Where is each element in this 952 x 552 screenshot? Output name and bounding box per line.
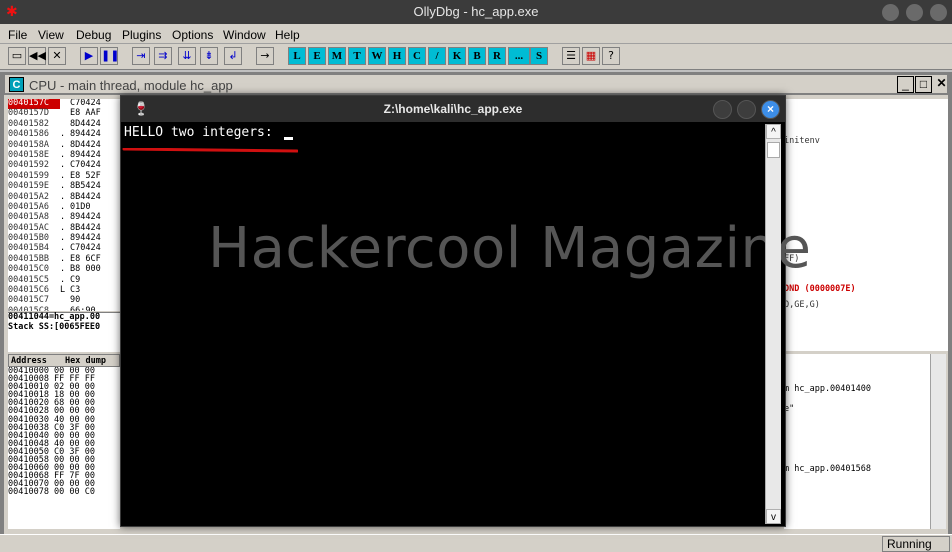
close-process-icon[interactable]: ✕ — [48, 47, 66, 65]
info-pane: 00411044=hc_app.00 Stack SS:[0065FEE0 — [8, 312, 120, 352]
menu-help[interactable]: Help — [275, 28, 300, 42]
run-status: Running — [882, 536, 950, 552]
disasm-code: 8B5424 — [70, 181, 101, 192]
app-titlebar: ✱ OllyDbg - hc_app.exe — [0, 0, 952, 24]
hex-dump-pane[interactable]: 00410000 00 00 00 00410008 FF FF FF 004100… — [8, 367, 120, 529]
console-titlebar: 🍷 Z:\home\kali\hc_app.exe × — [121, 96, 785, 122]
disasm-marker: . — [60, 129, 66, 140]
menu-plugins[interactable]: Plugins — [122, 28, 161, 42]
scroll-down-arrow-icon[interactable]: v — [766, 509, 781, 524]
references-button[interactable]: R — [488, 47, 506, 65]
toolbar: ▭ ◀◀ ✕ ▶ ❚❚ ⇥ ⇉ ⇊ ⇟ ↲ → L E M T W H C / … — [0, 44, 952, 70]
disasm-address: 004015C8 — [8, 305, 49, 311]
disasm-code: 66:90 — [70, 305, 96, 311]
step-over-icon[interactable]: ⇉ — [154, 47, 172, 65]
stack-scrollbar[interactable] — [930, 354, 946, 529]
console-maximize-button[interactable] — [737, 100, 756, 119]
memory-button[interactable]: M — [328, 47, 346, 65]
stack-pane[interactable]: m hc_app.00401400 e" m hc_app.00401568 — [784, 354, 932, 529]
trace-over-icon[interactable]: ⇟ — [200, 47, 218, 65]
disasm-address: 00401586 — [8, 129, 49, 140]
console-close-button[interactable]: × — [761, 100, 780, 119]
trace-into-icon[interactable]: ⇊ — [178, 47, 196, 65]
source-button[interactable]: S — [530, 47, 548, 65]
text-cursor — [284, 137, 293, 140]
stack-comment: m hc_app.00401568 — [784, 464, 871, 474]
disassembly-pane[interactable]: 0040157C C70424 0040157D E8 AAF 00401582 8… — [8, 99, 120, 311]
comment-text: initenv — [784, 136, 820, 146]
hex-row[interactable]: 00410078 00 00 C0 — [8, 488, 120, 497]
patches-button[interactable]: / — [428, 47, 446, 65]
hex-dump-header: Address Hex dump — [8, 354, 120, 367]
console-minimize-button[interactable] — [713, 100, 732, 119]
step-into-icon[interactable]: ⇥ — [132, 47, 150, 65]
close-button[interactable] — [930, 4, 947, 21]
list-icon[interactable]: ☰ — [562, 47, 580, 65]
menu-view[interactable]: View — [38, 28, 64, 42]
appearance-icon[interactable]: ▦ — [582, 47, 600, 65]
threads-button[interactable]: T — [348, 47, 366, 65]
console-output: HELLO two integers: — [124, 125, 281, 140]
open-icon[interactable]: ▭ — [8, 47, 26, 65]
breakpoints-button[interactable]: B — [468, 47, 486, 65]
handles-button[interactable]: H — [388, 47, 406, 65]
watermark-text: Hackercool Magazine — [208, 216, 812, 281]
pause-icon[interactable]: ❚❚ — [100, 47, 119, 65]
run-trace-button[interactable]: ... — [508, 47, 530, 65]
scroll-thumb[interactable] — [767, 142, 780, 158]
disasm-row[interactable]: 0040159E. 8B5424 — [8, 181, 120, 192]
console-title: Z:\home\kali\hc_app.exe — [383, 102, 523, 116]
disasm-marker: . — [60, 305, 66, 311]
cpu-window-icon: C — [9, 77, 24, 92]
run-icon[interactable]: ▶ — [80, 47, 98, 65]
info-line: Stack SS:[0065FEE0 — [8, 321, 101, 332]
condition-text: OND (0000007E) — [784, 284, 856, 294]
menu-window[interactable]: Window — [223, 28, 266, 42]
console-scrollbar[interactable]: ^ v — [765, 124, 781, 524]
log-window-button[interactable]: L — [288, 47, 306, 65]
red-underline-annotation — [122, 148, 298, 153]
maximize-button[interactable] — [906, 4, 923, 21]
disasm-row[interactable]: 004015C8. 66:90 — [8, 305, 120, 311]
help-icon[interactable]: ? — [602, 47, 620, 65]
go-to-icon[interactable]: → — [256, 47, 274, 65]
execute-till-return-icon[interactable]: ↲ — [224, 47, 242, 65]
cpu-button[interactable]: C — [408, 47, 426, 65]
cpu-close-button[interactable]: ✕ — [933, 76, 950, 93]
scroll-up-arrow-icon[interactable]: ^ — [766, 124, 781, 139]
disasm-marker: . — [60, 181, 66, 192]
app-title: OllyDbg - hc_app.exe — [413, 4, 539, 19]
disasm-address: 0040159E — [8, 181, 49, 192]
flags-text: O,GE,G) — [784, 300, 820, 310]
minimize-button[interactable] — [882, 4, 899, 21]
menubar: File View Debug Plugins Options Window H… — [0, 24, 952, 44]
disasm-row[interactable]: 00401586. 894424 — [8, 129, 120, 140]
console-window[interactable] — [120, 95, 786, 527]
restart-icon[interactable]: ◀◀ — [28, 47, 46, 65]
menu-file[interactable]: File — [8, 28, 27, 42]
windows-button[interactable]: W — [368, 47, 386, 65]
call-stack-button[interactable]: K — [448, 47, 466, 65]
menu-options[interactable]: Options — [172, 28, 213, 42]
address-column-header[interactable]: Address — [11, 356, 47, 367]
menu-debug[interactable]: Debug — [76, 28, 111, 42]
cpu-minimize-button[interactable]: _ — [897, 76, 914, 93]
cpu-window-title: CPU - main thread, module hc_app — [29, 78, 233, 93]
modules-button[interactable]: E — [308, 47, 326, 65]
status-bar: Running — [0, 534, 952, 552]
cpu-maximize-button[interactable]: □ — [915, 76, 932, 93]
hex-dump-column-header[interactable]: Hex dump — [65, 356, 106, 367]
stack-comment: m hc_app.00401400 — [784, 384, 871, 394]
cpu-window-titlebar: C CPU - main thread, module hc_app _ □ ✕ — [4, 74, 948, 94]
disasm-code: 894424 — [70, 129, 101, 140]
